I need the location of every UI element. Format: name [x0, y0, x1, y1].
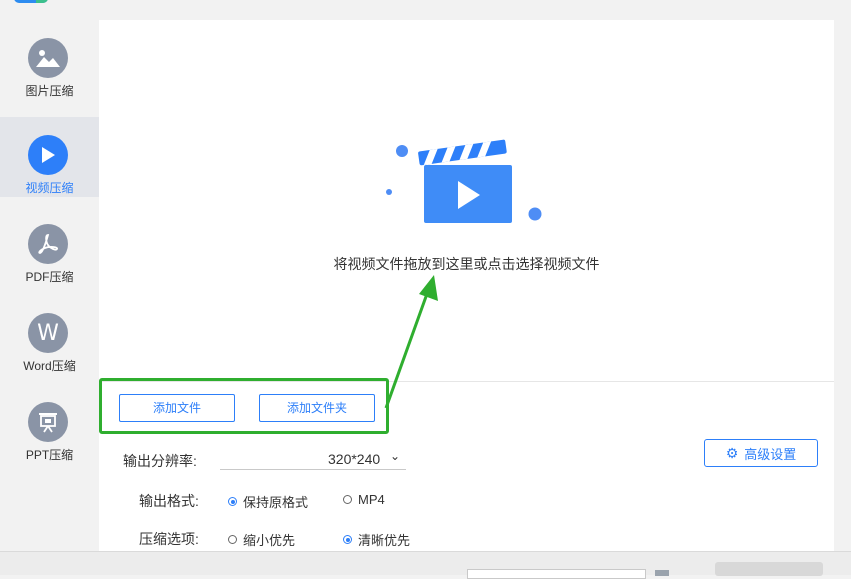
radio-dot	[343, 535, 352, 544]
sidebar-item-label: PPT压缩	[25, 448, 74, 462]
sidebar-item-pdf[interactable]: PDF压缩	[0, 206, 99, 286]
image-icon	[28, 38, 68, 78]
format-option-original[interactable]: 保持原格式	[228, 492, 308, 511]
compress-option-label: 清晰优先	[358, 533, 411, 548]
format-option-label: 保持原格式	[243, 495, 309, 510]
pdf-icon	[28, 224, 68, 264]
radio-dot	[228, 497, 237, 506]
output-path-input[interactable]	[467, 569, 646, 579]
radio-dot	[228, 535, 237, 544]
folder-icon[interactable]	[655, 570, 669, 576]
sidebar-item-image[interactable]: 图片压缩	[0, 20, 99, 100]
compress-option-clearer[interactable]: 清晰优先	[343, 530, 410, 549]
compress-label: 压缩选项:	[139, 531, 199, 547]
advanced-settings-button[interactable]: ⚙ 高级设置	[704, 439, 818, 467]
ppt-icon	[28, 402, 68, 442]
annotation-arrow	[384, 275, 438, 409]
sidebar-item-label: 视频压缩	[25, 181, 74, 195]
advanced-settings-label: 高级设置	[744, 446, 797, 462]
right-gutter	[834, 20, 851, 574]
sidebar-item-video[interactable]: 视频压缩	[0, 117, 99, 197]
radio-dot	[343, 495, 352, 504]
format-label: 输出格式:	[139, 493, 199, 509]
sidebar-item-label: PDF压缩	[25, 270, 74, 284]
sidebar-item-label: Word压缩	[23, 359, 76, 373]
sidebar: 图片压缩 视频压缩 PDF压缩 W Word压缩 PPT压缩	[0, 20, 99, 574]
play-icon	[28, 135, 68, 175]
drop-hint: 将视频文件拖放到这里或点击选择视频文件	[333, 256, 600, 272]
main-panel: 将视频文件拖放到这里或点击选择视频文件	[99, 20, 834, 574]
chevron-down-icon: ⌄	[390, 449, 401, 463]
format-option-mp4[interactable]: MP4	[343, 492, 385, 507]
word-icon: W	[28, 313, 68, 353]
clapperboard-icon	[386, 139, 542, 223]
format-option-label: MP4	[358, 492, 385, 507]
compress-option-smaller[interactable]: 缩小优先	[228, 530, 295, 549]
drop-zone[interactable]: 将视频文件拖放到这里或点击选择视频文件	[99, 20, 834, 382]
gear-icon: ⚙	[725, 444, 739, 461]
resolution-select[interactable]: 320*240 ⌄	[220, 449, 406, 470]
sidebar-item-label: 图片压缩	[25, 84, 74, 98]
sidebar-item-ppt[interactable]: PPT压缩	[0, 384, 99, 464]
annotation-box	[99, 378, 389, 434]
resolution-label: 输出分辨率:	[123, 453, 197, 469]
sidebar-item-word[interactable]: W Word压缩	[0, 295, 99, 375]
compress-option-label: 缩小优先	[243, 533, 296, 548]
app-logo	[14, 0, 48, 3]
resolution-value: 320*240	[328, 451, 381, 467]
word-icon-letter: W	[37, 320, 59, 346]
